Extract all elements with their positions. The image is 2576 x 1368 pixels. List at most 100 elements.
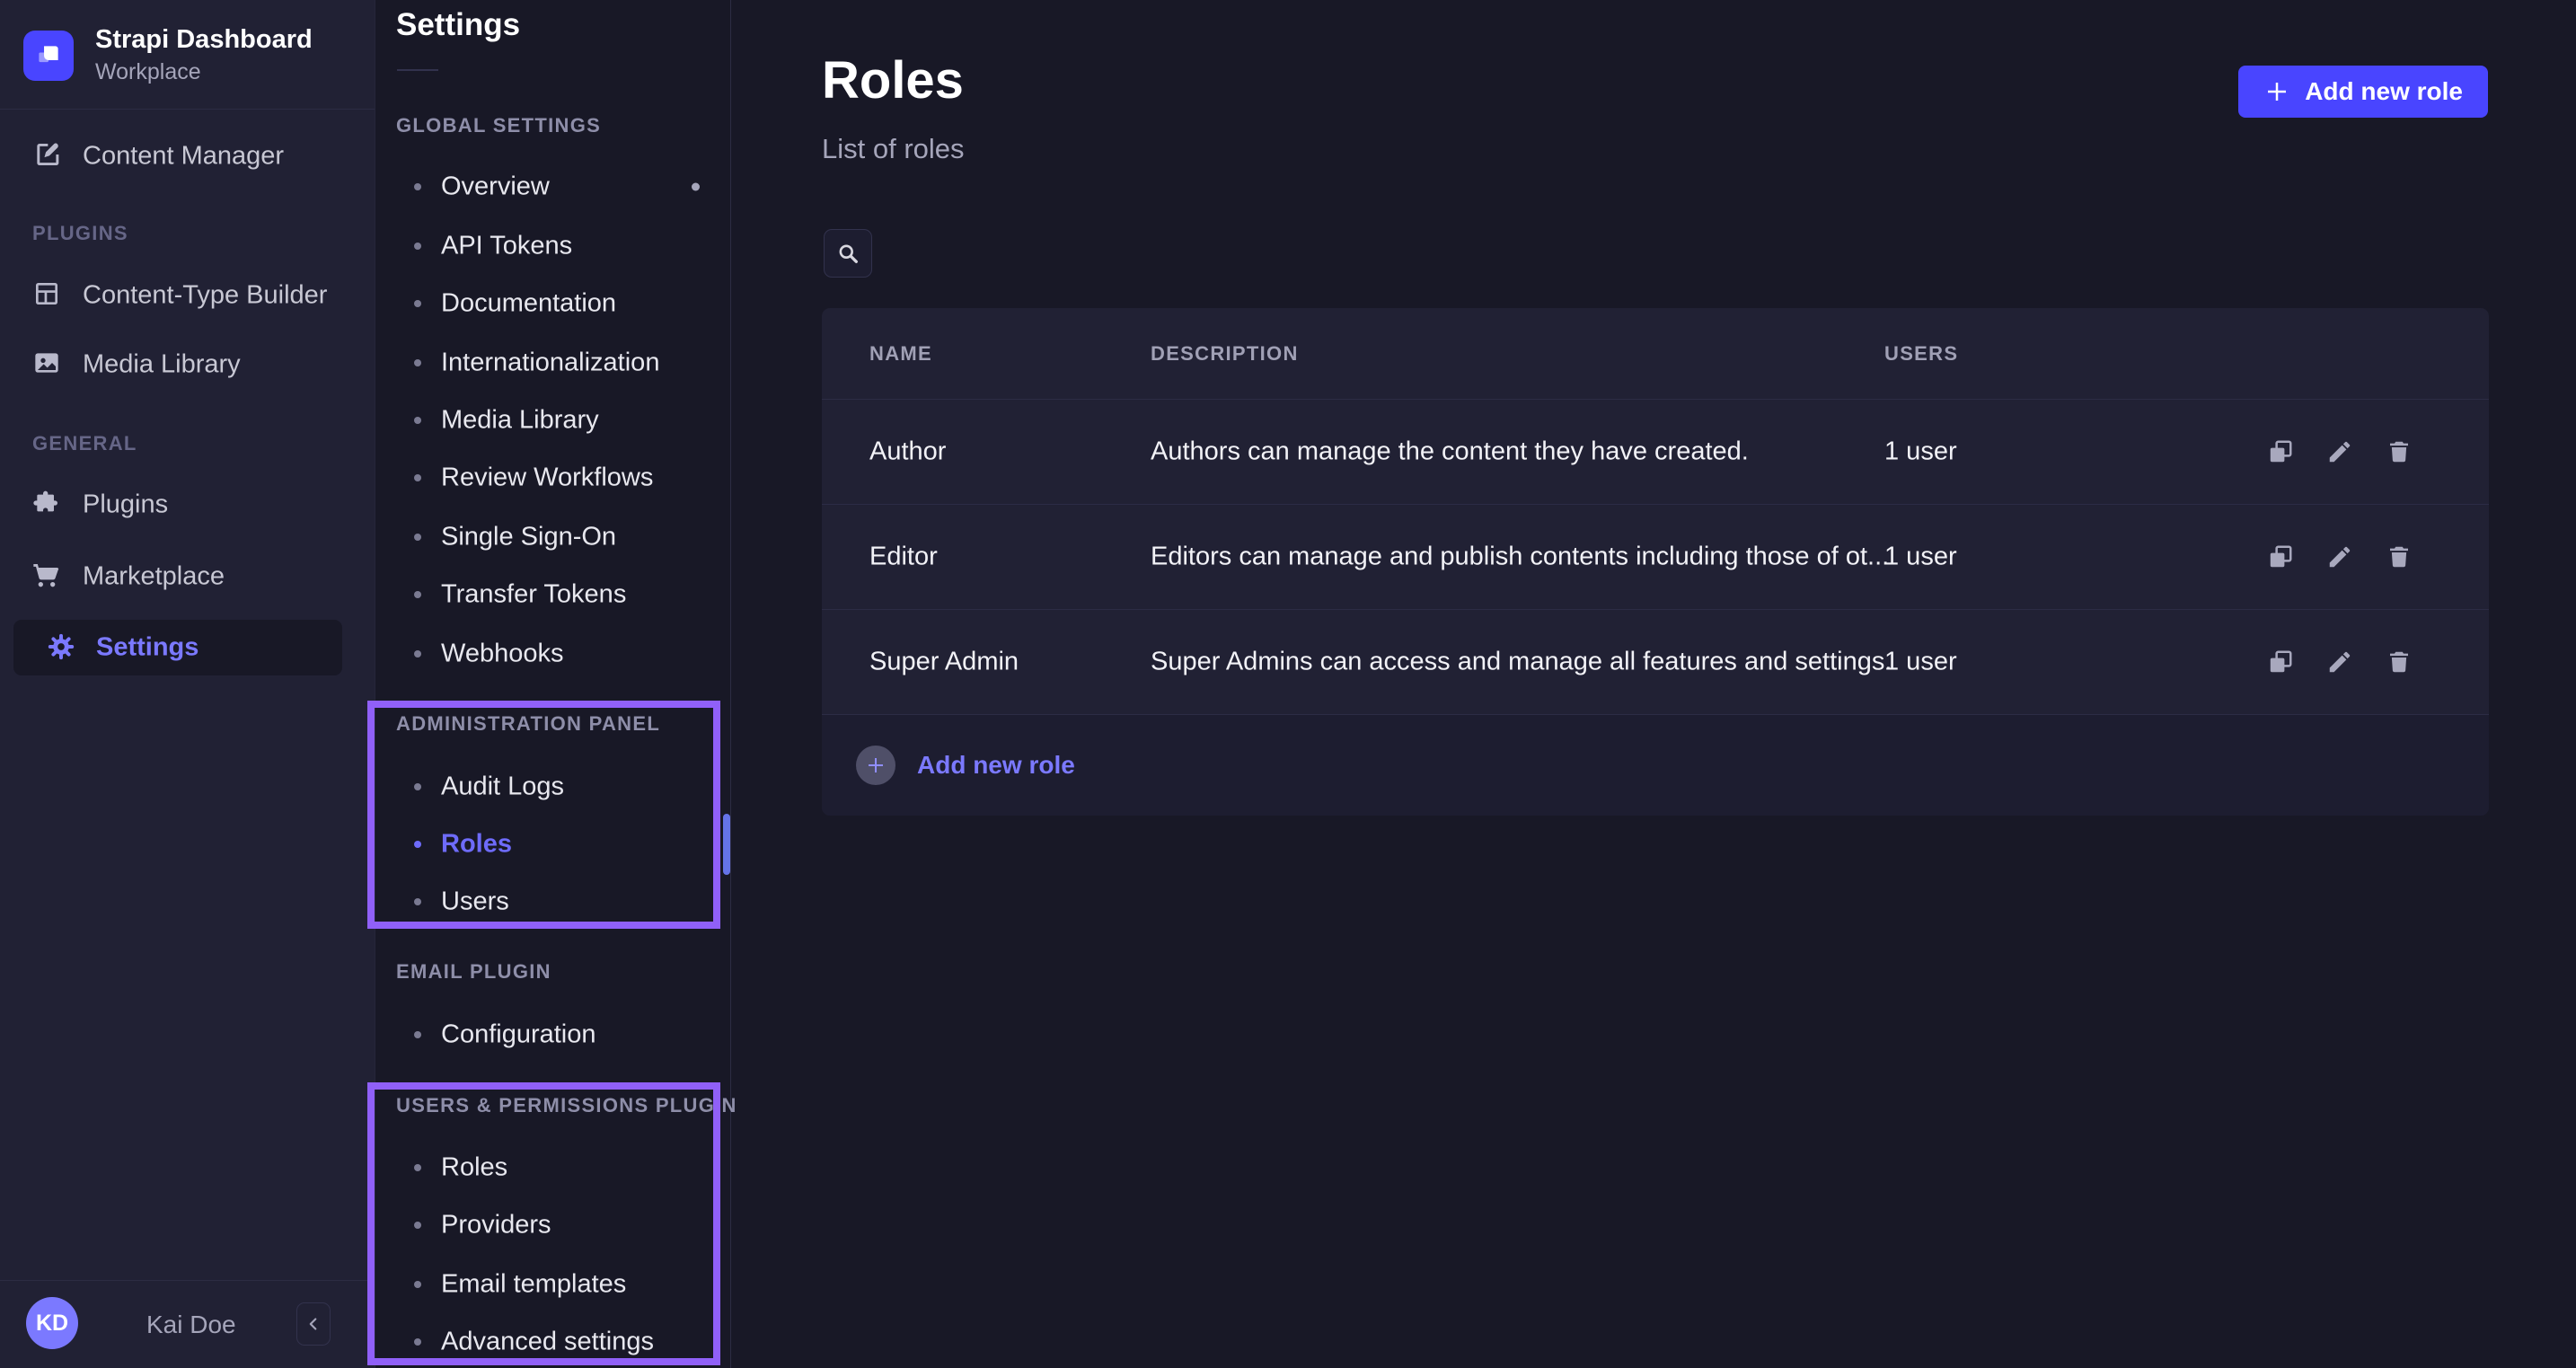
notification-dot — [692, 183, 700, 191]
bullet-icon — [414, 1338, 421, 1346]
subnav-item-transfer-tokens[interactable]: Transfer Tokens — [375, 577, 730, 613]
strapi-admin-screen: { "app": { "title": "Strapi Dashboard", … — [0, 0, 2576, 1368]
subnav-item-media-library[interactable]: Media Library — [375, 402, 730, 438]
subnav-item-api-tokens[interactable]: API Tokens — [375, 228, 730, 264]
avatar[interactable]: KD — [26, 1297, 78, 1349]
duplicate-icon — [2267, 438, 2294, 465]
chevron-left-icon — [304, 1314, 323, 1334]
subnav-item-documentation[interactable]: Documentation — [375, 286, 730, 322]
collapse-sidebar-button[interactable] — [296, 1302, 331, 1346]
delete-button[interactable] — [2383, 436, 2415, 468]
bullet-icon — [414, 359, 421, 366]
subnav-item-single-sign-on[interactable]: Single Sign-On — [375, 519, 730, 555]
search-button[interactable] — [824, 229, 872, 278]
group-label-email-plugin: EMAIL PLUGIN — [396, 960, 551, 984]
sidebar-item-content-type-builder[interactable]: Content-Type Builder — [0, 276, 375, 315]
plus-icon — [2263, 78, 2290, 105]
subnav-item-audit-logs[interactable]: Audit Logs — [375, 769, 730, 805]
role-users: 1 user — [1884, 648, 1957, 677]
user-area: KD Kai Doe — [0, 1281, 375, 1368]
roles-table: NAME DESCRIPTION USERS Author Authors ca… — [822, 308, 2489, 816]
page-title: Roles — [822, 50, 964, 110]
workspace-name: Workplace — [95, 59, 313, 85]
role-description: Super Admins can access and manage all f… — [1151, 648, 1892, 677]
bullet-icon — [414, 591, 421, 598]
subnav-item-roles-admin[interactable]: Roles — [375, 826, 730, 862]
bullet-icon — [414, 841, 421, 848]
main-sidebar: Strapi Dashboard Workplace Content Manag… — [0, 0, 375, 1368]
bullet-icon — [414, 650, 421, 658]
subnav-item-configuration[interactable]: Configuration — [375, 1017, 730, 1053]
pencil-icon — [2326, 649, 2353, 675]
subnav-item-advanced-settings[interactable]: Advanced settings — [375, 1324, 730, 1360]
group-label-users-permissions-plugin: USERS & PERMISSIONS PLUGIN — [396, 1094, 737, 1117]
trash-icon — [2386, 649, 2413, 675]
duplicate-button[interactable] — [2264, 541, 2297, 573]
bullet-icon — [414, 1222, 421, 1229]
duplicate-button[interactable] — [2264, 436, 2297, 468]
table-row[interactable]: Author Authors can manage the content th… — [822, 400, 2489, 505]
sidebar-section-general: GENERAL — [32, 432, 137, 455]
bullet-icon — [414, 1164, 421, 1171]
subnav-item-internationalization[interactable]: Internationalization — [375, 345, 730, 381]
sidebar-item-plugins[interactable]: Plugins — [0, 485, 375, 525]
subnav-title: Settings — [396, 7, 520, 43]
bullet-icon — [414, 417, 421, 424]
divider — [0, 109, 375, 110]
bullet-icon — [414, 1031, 421, 1038]
search-icon — [835, 241, 860, 266]
role-description: Authors can manage the content they have… — [1151, 437, 1749, 467]
settings-gear-icon — [46, 631, 78, 664]
duplicate-button[interactable] — [2264, 646, 2297, 678]
settings-subnav: Settings GLOBAL SETTINGS Overview API To… — [375, 0, 731, 1368]
table-row[interactable]: Super Admin Super Admins can access and … — [822, 610, 2489, 715]
user-name: Kai Doe — [146, 1311, 236, 1339]
subnav-item-email-templates[interactable]: Email templates — [375, 1267, 730, 1302]
media-library-icon — [32, 349, 65, 381]
delete-button[interactable] — [2383, 646, 2415, 678]
marketplace-cart-icon — [32, 560, 65, 593]
edit-button[interactable] — [2324, 436, 2356, 468]
group-label-global-settings: GLOBAL SETTINGS — [396, 114, 601, 137]
trash-icon — [2386, 543, 2413, 570]
sidebar-section-plugins: PLUGINS — [32, 222, 128, 245]
subnav-item-webhooks[interactable]: Webhooks — [375, 636, 730, 672]
page-subtitle: List of roles — [822, 133, 965, 165]
subnav-scrollbar-thumb[interactable] — [723, 814, 730, 875]
brand[interactable]: Strapi Dashboard Workplace — [23, 25, 313, 85]
row-actions — [2264, 436, 2415, 468]
sidebar-item-content-manager[interactable]: Content Manager — [0, 137, 375, 176]
add-new-role-footer-button[interactable]: Add new role — [822, 715, 2489, 816]
content-type-builder-icon — [32, 279, 65, 312]
subnav-item-review-workflows[interactable]: Review Workflows — [375, 460, 730, 496]
bullet-icon — [414, 534, 421, 541]
row-actions — [2264, 646, 2415, 678]
delete-button[interactable] — [2383, 541, 2415, 573]
bullet-icon — [414, 300, 421, 307]
duplicate-icon — [2267, 543, 2294, 570]
column-header-users: USERS — [1884, 342, 1958, 366]
add-new-role-button[interactable]: Add new role — [2238, 66, 2488, 118]
group-label-administration-panel: ADMINISTRATION PANEL — [396, 712, 660, 736]
sidebar-item-marketplace[interactable]: Marketplace — [0, 557, 375, 596]
pencil-icon — [2326, 543, 2353, 570]
sidebar-item-settings[interactable]: Settings — [13, 620, 342, 675]
trash-icon — [2386, 438, 2413, 465]
subnav-item-users[interactable]: Users — [375, 884, 730, 920]
strapi-logo-icon — [23, 31, 74, 81]
plus-circle-icon — [856, 746, 895, 785]
subnav-item-overview[interactable]: Overview — [375, 169, 730, 205]
column-header-description: DESCRIPTION — [1151, 342, 1299, 366]
subnav-item-providers[interactable]: Providers — [375, 1207, 730, 1243]
main-content: Roles List of roles Add new role NAME DE… — [732, 0, 2576, 1368]
edit-button[interactable] — [2324, 541, 2356, 573]
sidebar-item-media-library[interactable]: Media Library — [0, 345, 375, 384]
bullet-icon — [414, 1281, 421, 1288]
edit-button[interactable] — [2324, 646, 2356, 678]
bullet-icon — [414, 183, 421, 190]
subnav-item-roles-up[interactable]: Roles — [375, 1150, 730, 1186]
role-name: Editor — [869, 543, 938, 572]
column-header-name: NAME — [869, 342, 932, 366]
app-title: Strapi Dashboard — [95, 25, 313, 55]
table-row[interactable]: Editor Editors can manage and publish co… — [822, 505, 2489, 610]
